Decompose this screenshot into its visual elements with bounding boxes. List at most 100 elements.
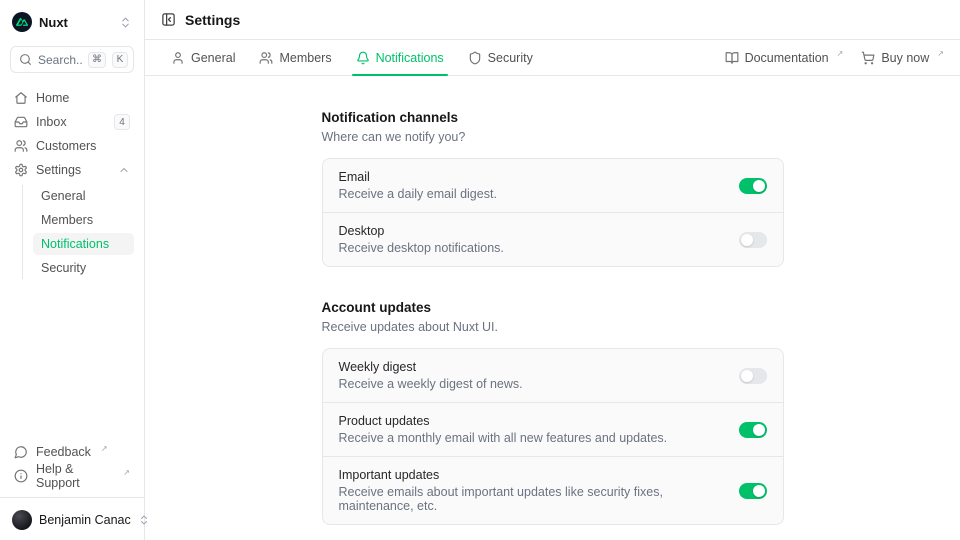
sidebar-item-label: Security	[41, 261, 86, 275]
user-name: Benjamin Canac	[39, 513, 131, 527]
sidebar-item-home[interactable]: Home	[10, 87, 134, 109]
external-link-icon: ↗	[937, 49, 944, 58]
sidebar: Nuxt ⌘ K Home Inb	[0, 0, 145, 540]
setting-description: Receive desktop notifications.	[339, 241, 723, 255]
sidebar-item-label: Inbox	[36, 115, 106, 129]
chat-bubble-icon	[14, 445, 28, 459]
setting-row-desktop: Desktop Receive desktop notifications.	[323, 212, 783, 266]
sidebar-item-settings[interactable]: Settings	[10, 159, 134, 181]
sidebar-item-label: Settings	[36, 163, 110, 177]
divider	[0, 497, 144, 498]
kbd-meta: ⌘	[88, 52, 106, 68]
search-input[interactable]	[38, 53, 82, 67]
chevron-up-down-icon	[119, 16, 132, 29]
users-icon	[259, 51, 273, 65]
toggle-desktop[interactable]	[739, 232, 767, 248]
sidebar-footer: Feedback ↗ Help & Support ↗ Benjamin Can…	[10, 441, 134, 532]
action-label: Buy now	[881, 51, 929, 65]
search-bar[interactable]: ⌘ K	[10, 46, 134, 73]
setting-description: Receive a weekly digest of news.	[339, 377, 723, 391]
app-window: Nuxt ⌘ K Home Inb	[0, 0, 960, 540]
footer-item-label: Feedback	[36, 445, 91, 459]
home-icon	[14, 91, 28, 105]
sidebar-item-label: Members	[41, 213, 93, 227]
inbox-icon	[14, 115, 28, 129]
toggle-email[interactable]	[739, 178, 767, 194]
settings-card: Weekly digest Receive a weekly digest of…	[322, 348, 784, 525]
setting-label: Desktop	[339, 224, 723, 238]
section-subtitle: Where can we notify you?	[322, 130, 784, 144]
setting-label: Weekly digest	[339, 360, 723, 374]
settings-content: Notification channels Where can we notif…	[145, 76, 960, 540]
sidebar-item-customers[interactable]: Customers	[10, 135, 134, 157]
setting-row-product-updates: Product updates Receive a monthly email …	[323, 402, 783, 456]
page-title: Settings	[185, 12, 240, 28]
section-title: Account updates	[322, 300, 784, 315]
avatar	[12, 510, 32, 530]
search-icon	[19, 53, 32, 66]
tab-label: General	[191, 51, 235, 65]
tab-notifications[interactable]: Notifications	[346, 40, 454, 75]
users-icon	[14, 139, 28, 153]
info-circle-icon	[14, 469, 28, 483]
user-menu[interactable]: Benjamin Canac	[10, 508, 134, 532]
sidebar-item-label: General	[41, 189, 85, 203]
help-support-link[interactable]: Help & Support ↗	[10, 465, 134, 487]
setting-label: Email	[339, 170, 723, 184]
workspace-name: Nuxt	[39, 15, 112, 30]
nuxt-logo-icon	[12, 12, 32, 32]
sidebar-item-label: Notifications	[41, 237, 109, 251]
tab-members[interactable]: Members	[249, 40, 341, 75]
action-label: Documentation	[745, 51, 829, 65]
settings-card: Email Receive a daily email digest. Desk…	[322, 158, 784, 267]
sidebar-item-notifications[interactable]: Notifications	[33, 233, 134, 255]
section-notification-channels: Notification channels Where can we notif…	[322, 110, 784, 267]
main-panel: Settings General Members Notifications	[145, 0, 960, 540]
tabs-bar: General Members Notifications Security	[145, 40, 960, 76]
setting-row-important-updates: Important updates Receive emails about i…	[323, 456, 783, 524]
sidebar-nav: Home Inbox 4 Customers Settings	[10, 87, 134, 279]
sidebar-item-label: Customers	[36, 139, 130, 153]
settings-sub-nav: General Members Notifications Security	[22, 185, 134, 279]
setting-label: Important updates	[339, 468, 723, 482]
tab-label: Security	[488, 51, 533, 65]
tab-general[interactable]: General	[161, 40, 245, 75]
documentation-link[interactable]: Documentation ↗	[725, 51, 844, 65]
toggle-important-updates[interactable]	[739, 483, 767, 499]
workspace-switcher[interactable]: Nuxt	[10, 10, 134, 34]
section-subtitle: Receive updates about Nuxt UI.	[322, 320, 784, 334]
header-actions: Documentation ↗ Buy now ↗	[725, 40, 944, 75]
sidebar-item-general[interactable]: General	[33, 185, 134, 207]
bell-icon	[356, 51, 370, 65]
book-open-icon	[725, 51, 739, 65]
tab-label: Members	[279, 51, 331, 65]
footer-item-label: Help & Support	[36, 462, 113, 490]
buy-now-link[interactable]: Buy now ↗	[861, 51, 944, 65]
inbox-count-badge: 4	[114, 114, 130, 130]
toggle-product-updates[interactable]	[739, 422, 767, 438]
tab-security[interactable]: Security	[458, 40, 543, 75]
cart-icon	[861, 51, 875, 65]
section-title: Notification channels	[322, 110, 784, 125]
setting-row-email: Email Receive a daily email digest.	[323, 159, 783, 212]
sidebar-item-security[interactable]: Security	[33, 257, 134, 279]
external-link-icon: ↗	[101, 444, 108, 453]
chevron-up-icon	[118, 164, 130, 176]
gear-icon	[14, 163, 28, 177]
collapse-sidebar-icon[interactable]	[161, 12, 176, 27]
setting-description: Receive emails about important updates l…	[339, 485, 723, 513]
setting-label: Product updates	[339, 414, 723, 428]
section-account-updates: Account updates Receive updates about Nu…	[322, 300, 784, 525]
setting-row-weekly-digest: Weekly digest Receive a weekly digest of…	[323, 349, 783, 402]
kbd-k: K	[112, 52, 128, 68]
setting-description: Receive a daily email digest.	[339, 187, 723, 201]
page-header: Settings	[145, 0, 960, 40]
feedback-link[interactable]: Feedback ↗	[10, 441, 134, 463]
sidebar-item-inbox[interactable]: Inbox 4	[10, 111, 134, 133]
toggle-weekly-digest[interactable]	[739, 368, 767, 384]
shield-icon	[468, 51, 482, 65]
tab-label: Notifications	[376, 51, 444, 65]
sidebar-item-members[interactable]: Members	[33, 209, 134, 231]
sidebar-item-label: Home	[36, 91, 130, 105]
user-icon	[171, 51, 185, 65]
